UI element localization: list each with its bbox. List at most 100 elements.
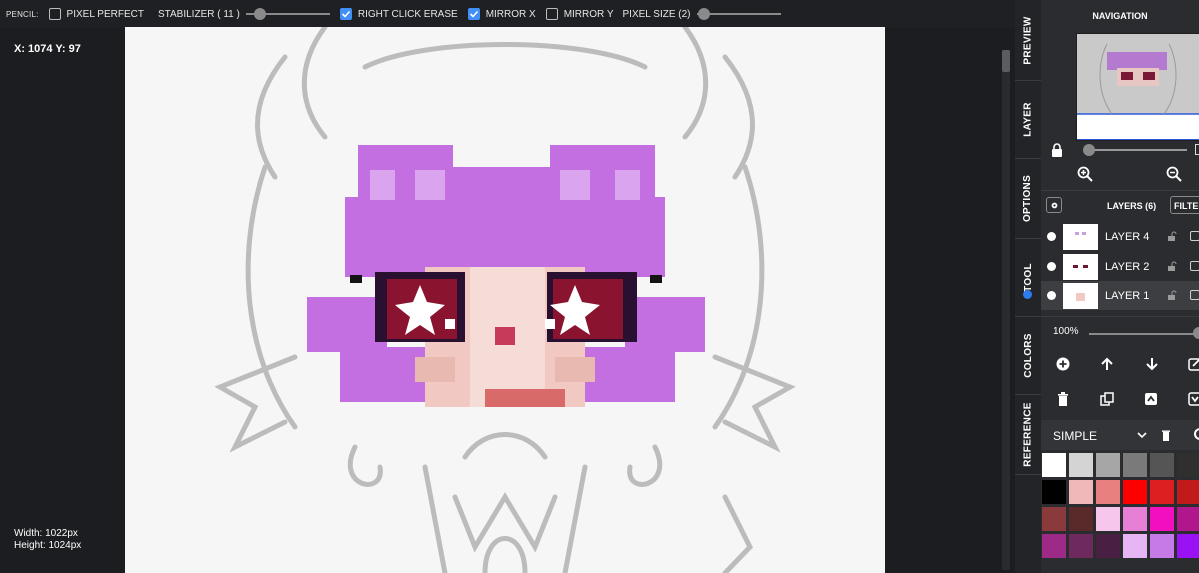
- color-swatch[interactable]: [1041, 533, 1067, 559]
- canvas-height: Height: 1024px: [14, 540, 82, 551]
- layer-visibility-dot[interactable]: [1047, 291, 1056, 300]
- right-panel: NAVIGATION LAYERS (6) FILTER: [1041, 0, 1199, 573]
- color-swatch[interactable]: [1122, 533, 1148, 559]
- side-tabs: PREVIEW LAYER OPTIONS TOOL COLORS REFERE…: [1015, 0, 1041, 573]
- cursor-coordinates: X: 1074 Y: 97: [14, 43, 81, 55]
- layer-checkbox[interactable]: [1190, 290, 1199, 300]
- tab-reference[interactable]: REFERENCE: [1015, 394, 1041, 475]
- navigation-zoom-row: [1051, 143, 1199, 157]
- tab-reference-label: REFERENCE: [1022, 401, 1034, 467]
- color-swatch[interactable]: [1122, 479, 1148, 505]
- stabilizer-label: STABILIZER ( 11 ): [157, 8, 240, 20]
- delete-palette-icon[interactable]: [1161, 429, 1171, 441]
- color-swatch[interactable]: [1041, 506, 1067, 532]
- color-swatch[interactable]: [1176, 479, 1199, 505]
- tab-layer[interactable]: LAYER: [1015, 80, 1041, 159]
- merge-down-icon[interactable]: [1188, 392, 1199, 406]
- pixel-size-label: PIXEL SIZE (2): [622, 8, 691, 20]
- color-swatch[interactable]: [1095, 479, 1121, 505]
- layer-name: LAYER 4: [1105, 231, 1150, 243]
- color-swatch[interactable]: [1176, 506, 1199, 532]
- color-swatch[interactable]: [1095, 533, 1121, 559]
- color-swatch[interactable]: [1122, 506, 1148, 532]
- layer-name: LAYER 1: [1105, 290, 1150, 302]
- palette-name: SIMPLE: [1053, 429, 1098, 443]
- right-click-erase-checkbox[interactable]: [339, 8, 352, 20]
- gear-icon: [1051, 202, 1057, 208]
- tool-options-bar: PENCIL: PIXEL PERFECT STABILIZER ( 11 ) …: [0, 0, 1015, 28]
- color-swatch[interactable]: [1176, 452, 1199, 478]
- zoom-in-icon[interactable]: [1077, 166, 1093, 182]
- edit-layer-icon[interactable]: [1188, 357, 1199, 371]
- layer-opacity-slider[interactable]: [1089, 333, 1199, 335]
- layer-settings-button[interactable]: [1046, 197, 1062, 213]
- unlock-icon[interactable]: [1167, 290, 1177, 300]
- color-swatch[interactable]: [1095, 452, 1121, 478]
- chevron-down-icon[interactable]: [1137, 431, 1147, 439]
- layer-opacity-knob[interactable]: [1193, 327, 1199, 339]
- layers-header: LAYERS (6) FILTER: [1041, 195, 1199, 217]
- color-swatch[interactable]: [1095, 506, 1121, 532]
- lock-icon[interactable]: [1051, 143, 1063, 157]
- merge-up-icon[interactable]: [1144, 392, 1158, 406]
- layer-row[interactable]: LAYER 4: [1041, 222, 1199, 251]
- color-swatch[interactable]: [1041, 479, 1067, 505]
- pixel-size-slider[interactable]: [696, 8, 781, 20]
- add-layer-icon[interactable]: [1056, 357, 1070, 371]
- layer-thumbnail: [1063, 283, 1098, 309]
- move-layer-up-icon[interactable]: [1100, 357, 1114, 371]
- color-swatch[interactable]: [1149, 479, 1175, 505]
- tab-colors[interactable]: COLORS: [1015, 316, 1041, 395]
- pixel-perfect-checkbox[interactable]: [48, 8, 61, 20]
- tab-tool[interactable]: TOOL: [1015, 238, 1041, 317]
- drawing-canvas[interactable]: [125, 27, 885, 573]
- layer-opacity-value: 100%: [1053, 326, 1079, 337]
- mirror-y-checkbox[interactable]: [545, 8, 558, 20]
- duplicate-layer-icon[interactable]: [1100, 392, 1114, 406]
- layer-row-selected[interactable]: LAYER 1: [1041, 281, 1199, 310]
- unlock-icon[interactable]: [1167, 261, 1177, 271]
- navigation-zoom-knob[interactable]: [1083, 144, 1095, 156]
- tab-preview-label: PREVIEW: [1022, 15, 1034, 65]
- color-swatch[interactable]: [1149, 452, 1175, 478]
- color-swatch[interactable]: [1068, 533, 1094, 559]
- tool-label: PENCIL:: [6, 9, 39, 19]
- unlock-icon[interactable]: [1167, 231, 1177, 241]
- color-swatch[interactable]: [1068, 479, 1094, 505]
- color-swatch[interactable]: [1068, 452, 1094, 478]
- fit-screen-icon[interactable]: [1195, 144, 1199, 155]
- mirror-y-label: MIRROR Y: [563, 8, 614, 20]
- layer-visibility-dot[interactable]: [1047, 232, 1056, 241]
- layer-name: LAYER 2: [1105, 261, 1150, 273]
- color-swatch[interactable]: [1149, 533, 1175, 559]
- navigation-zoom-slider[interactable]: [1083, 149, 1187, 151]
- palette-options-icon[interactable]: [1194, 428, 1199, 440]
- canvas-scrollbar[interactable]: [1002, 50, 1010, 570]
- filter-button[interactable]: FILTER: [1170, 196, 1199, 214]
- stabilizer-slider[interactable]: [245, 8, 330, 20]
- layer-visibility-dot[interactable]: [1047, 262, 1056, 271]
- layer-checkbox[interactable]: [1190, 261, 1199, 271]
- tab-options[interactable]: OPTIONS: [1015, 158, 1041, 239]
- canvas-dimensions: Width: 1022px Height: 1024px: [14, 528, 81, 552]
- delete-layer-icon[interactable]: [1057, 392, 1069, 406]
- move-layer-down-icon[interactable]: [1145, 357, 1159, 371]
- color-swatch[interactable]: [1122, 452, 1148, 478]
- color-swatch[interactable]: [1149, 506, 1175, 532]
- layer-row[interactable]: LAYER 2: [1041, 252, 1199, 281]
- layer-checkbox[interactable]: [1190, 231, 1199, 241]
- tab-options-label: OPTIONS: [1022, 174, 1034, 222]
- color-swatch[interactable]: [1068, 506, 1094, 532]
- artwork: [214, 27, 796, 573]
- color-swatch[interactable]: [1176, 533, 1199, 559]
- navigation-preview[interactable]: [1076, 33, 1199, 141]
- mirror-x-label: MIRROR X: [485, 8, 536, 20]
- color-swatch[interactable]: [1041, 452, 1067, 478]
- scrollbar-thumb[interactable]: [1002, 50, 1010, 72]
- tab-layer-label: LAYER: [1022, 101, 1034, 137]
- mirror-x-checkbox[interactable]: [467, 8, 480, 20]
- layers-title: LAYERS (6): [1107, 201, 1157, 211]
- zoom-out-icon[interactable]: [1166, 166, 1182, 182]
- tab-preview[interactable]: PREVIEW: [1015, 0, 1041, 81]
- palette-selector[interactable]: SIMPLE: [1041, 420, 1199, 450]
